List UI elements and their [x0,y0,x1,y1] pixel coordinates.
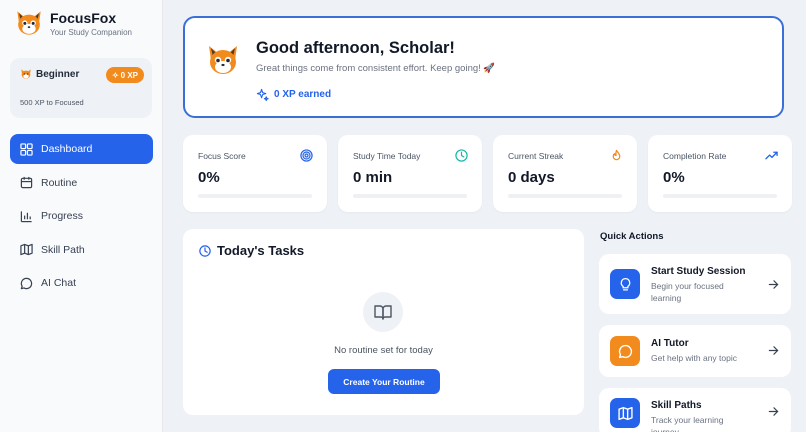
chat-icon [20,277,33,290]
arrow-right-icon [768,407,779,416]
sidebar-item-routine[interactable]: Routine [10,168,153,198]
dashboard-icon [20,142,33,156]
xp-badge: ✧ 0 XP [105,67,144,83]
stat-value: 0% [663,169,685,186]
xp-earned-text: 0 XP earned [274,89,332,100]
stat-card-current-streak: Current Streak 0 days [493,135,637,212]
sidebar-item-skill-path[interactable]: Skill Path [10,235,153,265]
stat-card-completion-rate: Completion Rate 0% [648,135,792,212]
qa-icon-box [610,336,640,366]
flame-icon [612,149,621,161]
book-open-icon [374,305,392,320]
brand[interactable]: FocusFox Your Study Companion [14,8,132,38]
map-icon [617,406,633,420]
map-icon [20,243,33,256]
app-tagline: Your Study Companion [50,27,132,37]
sidebar-item-label: Skill Path [41,243,85,256]
qa-name: Skill Paths [651,400,702,411]
sparkle-icon [256,88,269,101]
bar-chart-icon [20,210,33,223]
quick-action-skill-paths[interactable]: Skill Paths Track your learning journey [599,388,791,432]
stat-progress-bar [663,194,777,198]
tasks-title: Today's Tasks [217,243,305,258]
sidebar-item-dashboard[interactable]: Dashboard [10,134,153,164]
qa-desc: Track your learning journey [651,415,724,432]
qa-icon-box [610,398,640,428]
sidebar-nav: Dashboard Routine Progress Skill Path AI… [10,134,153,302]
arrow-right-icon [768,280,779,289]
app-name: FocusFox [50,9,117,26]
stat-value: 0 days [508,169,555,186]
stat-progress-bar [198,194,312,198]
stat-card-focus-score: Focus Score 0% [183,135,327,212]
qa-name: Start Study Session [651,266,746,277]
fox-icon [21,69,31,79]
sidebar-item-label: AI Chat [41,277,77,289]
fox-logo-icon [17,11,41,35]
quick-action-ai-tutor[interactable]: AI Tutor Get help with any topic [599,325,791,377]
clock-icon [199,244,211,257]
calendar-icon [20,176,33,189]
empty-state [363,292,403,332]
qa-desc: Get help with any topic [651,353,737,363]
sparkle-icon: ✧ [111,70,119,80]
qa-name: AI Tutor [651,338,689,349]
xp-earned: 0 XP earned [256,88,331,101]
stat-label: Study Time Today [353,151,421,161]
sidebar-item-ai-chat[interactable]: AI Chat [10,268,153,298]
sidebar: FocusFox Your Study Companion Beginner ✧… [0,0,163,432]
sidebar-item-label: Routine [41,176,78,189]
stat-label: Current Streak [508,151,564,161]
stat-progress-bar [508,194,622,198]
level-card: Beginner ✧ 0 XP 500 XP to Focused [10,58,152,118]
stat-label: Focus Score [198,151,246,161]
trending-up-icon [765,151,778,160]
clock-icon [455,149,468,162]
create-routine-button[interactable]: Create Your Routine [328,369,440,394]
stat-label: Completion Rate [663,151,727,161]
arrow-right-icon [768,346,779,355]
xp-badge-text: 0 XP [120,70,138,80]
qa-icon-box [610,269,640,299]
level-name: Beginner [36,68,80,80]
welcome-banner: Good afternoon, Scholar! Great things co… [183,16,784,118]
greeting-subtitle: Great things come from consistent effort… [256,63,496,74]
stat-card-study-time: Study Time Today 0 min [338,135,482,212]
tasks-panel: Today's Tasks No routine set for today C… [183,229,584,415]
sidebar-item-label: Progress [41,210,84,222]
sidebar-item-label: Dashboard [41,143,93,155]
next-level-text: 500 XP to Focused [20,98,84,107]
lightbulb-icon [620,277,630,290]
stat-value: 0% [198,169,220,186]
qa-desc: Begin your focused learning [651,281,724,303]
quick-actions-title: Quick Actions [600,231,664,242]
greeting-title: Good afternoon, Scholar! [256,39,455,57]
empty-state-text: No routine set for today [334,345,433,356]
target-icon [300,149,313,162]
stat-value: 0 min [353,169,393,186]
stat-progress-bar [353,194,467,198]
fox-mascot-icon [209,46,237,74]
sidebar-item-progress[interactable]: Progress [10,201,153,231]
quick-action-start-study-session[interactable]: Start Study Session Begin your focused l… [599,254,791,314]
chat-icon [618,344,632,358]
